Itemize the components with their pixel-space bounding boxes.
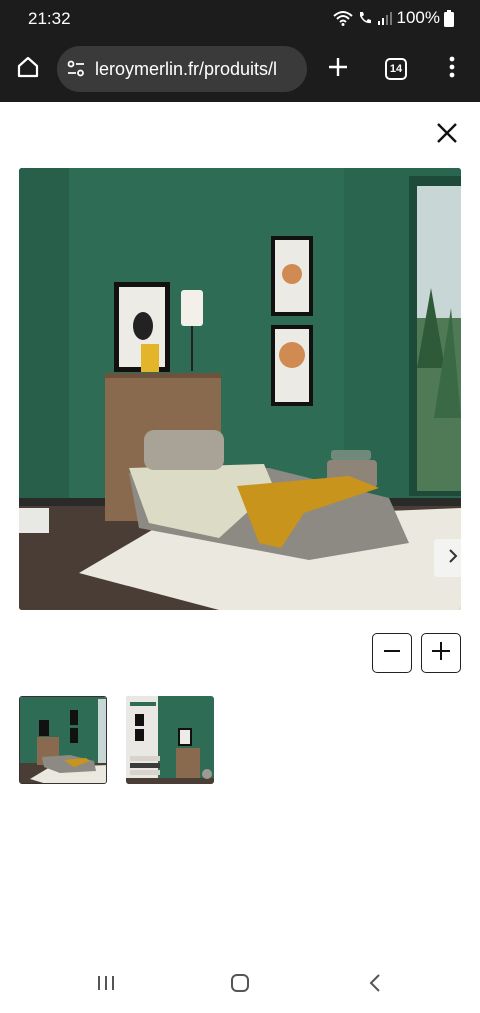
product-main-image[interactable] [19,168,461,610]
zoom-out-button[interactable] [372,633,412,673]
tab-count: 14 [385,58,407,80]
status-time: 21:32 [28,9,71,28]
plus-icon [327,56,349,83]
close-gallery-button[interactable] [428,116,466,154]
more-menu-button[interactable] [432,46,472,92]
site-settings-icon[interactable] [65,58,87,80]
address-bar[interactable]: leroymerlin.fr/produits/l [57,46,307,92]
bedroom-thumbnail-image [20,697,106,783]
battery-percent: 100% [396,8,440,27]
thumbnail-1[interactable] [19,696,107,784]
back-button[interactable] [355,969,395,1001]
thumbnail-2[interactable] [126,696,214,784]
bedroom-scene-image [19,168,461,610]
url-text: leroymerlin.fr/produits/l [95,58,278,79]
home-icon [16,55,40,84]
status-icons: 100% [332,8,454,28]
battery-icon [444,9,454,27]
zoom-in-button[interactable] [421,633,461,673]
back-chevron-icon [369,973,381,997]
plus-icon [431,641,451,666]
minus-icon [383,642,401,665]
next-image-button[interactable] [434,539,461,577]
call-icon [357,10,373,26]
wifi-icon [332,10,353,26]
home-square-icon [230,973,250,998]
browser-toolbar: leroymerlin.fr/produits/l 14 [0,36,480,102]
chevron-right-icon [448,548,458,568]
status-bar: 21:32 100% [0,0,480,36]
close-icon [436,122,458,149]
home-button[interactable] [8,46,48,92]
cabinet-thumbnail-image [126,696,214,784]
recent-apps-icon [96,974,116,997]
tab-switcher-button[interactable]: 14 [376,46,416,92]
signal-icon [377,10,393,26]
recent-apps-button[interactable] [86,969,126,1001]
new-tab-button[interactable] [318,46,358,92]
system-home-button[interactable] [220,969,260,1001]
system-nav-bar [0,955,480,1013]
more-vert-icon [449,56,455,83]
